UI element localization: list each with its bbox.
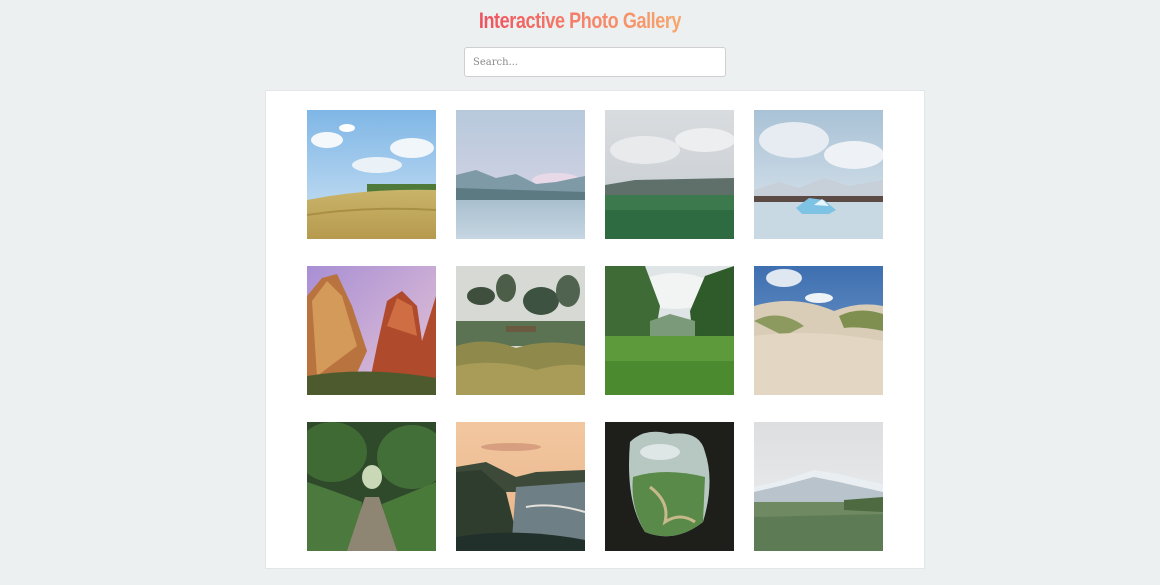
gallery-photo-red-rock-canyon[interactable] bbox=[307, 266, 436, 395]
photo-forest-path-image bbox=[307, 422, 436, 551]
photo-gallery bbox=[265, 90, 925, 569]
photo-garden-trees-image bbox=[456, 266, 585, 395]
photo-lake-mountains-image bbox=[456, 110, 585, 239]
gallery-photo-snowy-mountain-field[interactable] bbox=[754, 422, 883, 551]
photo-glacier-lagoon-image bbox=[754, 110, 883, 239]
gallery-photo-lake-mountains[interactable] bbox=[456, 110, 585, 239]
search-input[interactable] bbox=[464, 47, 726, 77]
page-title-text: Interactive Photo Gallery bbox=[478, 8, 682, 33]
photo-wheat-field-image bbox=[307, 110, 436, 239]
gallery-photo-forest-path[interactable] bbox=[307, 422, 436, 551]
photo-green-meadow-image bbox=[605, 110, 734, 239]
photo-coastline-sunset-image bbox=[456, 422, 585, 551]
gallery-photo-wheat-field[interactable] bbox=[307, 110, 436, 239]
photo-green-valley-image bbox=[605, 266, 734, 395]
gallery-photo-sand-dunes[interactable] bbox=[754, 266, 883, 395]
gallery-photo-cave-view[interactable] bbox=[605, 422, 734, 551]
gallery-photo-garden-trees[interactable] bbox=[456, 266, 585, 395]
photo-red-rock-canyon-image bbox=[307, 266, 436, 395]
photo-cave-view-image bbox=[605, 422, 734, 551]
photo-sand-dunes-image bbox=[754, 266, 883, 395]
gallery-photo-coastline-sunset[interactable] bbox=[456, 422, 585, 551]
gallery-photo-green-meadow[interactable] bbox=[605, 110, 734, 239]
page-title: Interactive Photo Gallery bbox=[104, 6, 1055, 36]
photo-snowy-mountain-field-image bbox=[754, 422, 883, 551]
gallery-photo-glacier-lagoon[interactable] bbox=[754, 110, 883, 239]
gallery-photo-green-valley[interactable] bbox=[605, 266, 734, 395]
